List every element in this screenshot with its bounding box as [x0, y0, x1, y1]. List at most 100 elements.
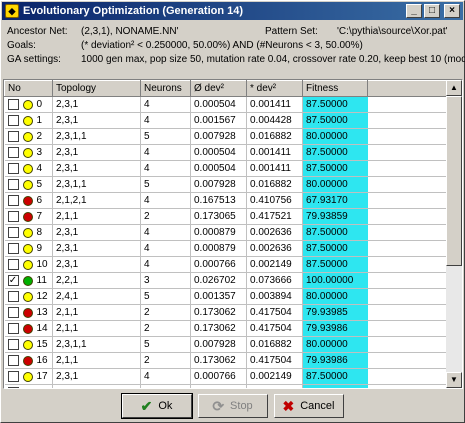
- status-indicator-icon: [22, 195, 33, 206]
- select-checkbox[interactable]: [7, 339, 19, 350]
- table-row[interactable]: 13 2,1,1 2 0.173062 0.417504 79.93985: [4, 304, 449, 321]
- table-row[interactable]: 9 2,3,1 4 0.000879 0.002636 87.50000: [4, 240, 449, 257]
- table-row[interactable]: ✓ 11 2,2,1 3 0.026702 0.073666 100.00000: [4, 272, 449, 289]
- column-header-fitness[interactable]: Fitness: [302, 80, 368, 97]
- cell-neurons: 4: [140, 240, 191, 257]
- column-header-topology[interactable]: Topology: [52, 80, 141, 97]
- cell-filler: [367, 224, 449, 241]
- select-checkbox[interactable]: [7, 323, 19, 334]
- goals-label: Goals:: [7, 40, 36, 51]
- select-checkbox[interactable]: [7, 243, 19, 254]
- cell-neurons: 2: [140, 320, 191, 337]
- select-checkbox[interactable]: [7, 211, 19, 222]
- status-indicator-icon: [22, 211, 33, 222]
- column-header-max-dev[interactable]: * dev²: [246, 80, 303, 97]
- title-bar[interactable]: ◆ Evolutionary Optimization (Generation …: [2, 2, 463, 20]
- select-checkbox[interactable]: [7, 227, 19, 238]
- cell-topology: 2,3,1: [52, 144, 141, 161]
- column-header-avg-dev[interactable]: Ø dev²: [190, 80, 247, 97]
- select-checkbox[interactable]: [7, 99, 19, 110]
- table-row[interactable]: 1 2,3,1 4 0.001567 0.004428 87.50000: [4, 112, 449, 129]
- table-row[interactable]: 8 2,3,1 4 0.000879 0.002636 87.50000: [4, 224, 449, 241]
- row-number: 10: [36, 259, 48, 270]
- scroll-thumb[interactable]: [446, 96, 462, 266]
- select-checkbox[interactable]: [7, 147, 19, 158]
- cell-max-dev: 0.016882: [246, 336, 303, 353]
- cell-neurons: 4: [140, 160, 191, 177]
- column-header-no[interactable]: No: [4, 80, 53, 97]
- select-checkbox[interactable]: [7, 371, 19, 382]
- cell-no: 14: [4, 320, 53, 337]
- select-checkbox[interactable]: [7, 179, 19, 190]
- cell-avg-dev: 0.173065: [190, 208, 247, 225]
- cell-neurons: 2: [140, 352, 191, 369]
- status-indicator-icon: [22, 131, 33, 142]
- row-number: 0: [36, 99, 43, 110]
- status-indicator-icon: [22, 179, 33, 190]
- stop-button[interactable]: ⟳ Stop: [197, 394, 268, 418]
- select-checkbox[interactable]: ✓: [7, 275, 19, 286]
- cancel-button[interactable]: ✖ Cancel: [273, 394, 344, 418]
- table-row[interactable]: 6 2,1,2,1 4 0.167513 0.410756 67.93170: [4, 192, 449, 209]
- cell-neurons: 4: [140, 368, 191, 385]
- cell-max-dev: 0.001411: [246, 144, 303, 161]
- cell-no: 0: [4, 96, 53, 113]
- cell-no: 12: [4, 288, 53, 305]
- window-title: Evolutionary Optimization (Generation 14…: [23, 5, 244, 17]
- population-grid[interactable]: No Topology Neurons Ø dev² * dev² Fitnes…: [3, 79, 463, 389]
- cell-max-dev: 0.001411: [246, 96, 303, 113]
- select-checkbox[interactable]: [7, 259, 19, 270]
- row-number: 7: [36, 211, 43, 222]
- select-checkbox[interactable]: [7, 115, 19, 126]
- table-row[interactable]: 4 2,3,1 4 0.000504 0.001411 87.50000: [4, 160, 449, 177]
- cell-avg-dev: 0.000766: [190, 256, 247, 273]
- cell-fitness: 87.50000: [302, 160, 368, 177]
- select-checkbox[interactable]: [7, 291, 19, 302]
- cell-topology: 2,1,1: [52, 352, 141, 369]
- cell-topology: 2,1,2,1: [52, 192, 141, 209]
- cell-max-dev: 0.073666: [246, 272, 303, 289]
- maximize-button[interactable]: □: [424, 4, 440, 18]
- table-row[interactable]: 3 2,3,1 4 0.000504 0.001411 87.50000: [4, 144, 449, 161]
- scroll-down-icon[interactable]: ▼: [446, 372, 462, 388]
- cell-avg-dev: 0.173062: [190, 304, 247, 321]
- select-checkbox[interactable]: [7, 307, 19, 318]
- table-row[interactable]: 16 2,1,1 2 0.173062 0.417504 79.93986: [4, 352, 449, 369]
- table-row[interactable]: 10 2,3,1 4 0.000766 0.002149 87.50000: [4, 256, 449, 273]
- cell-no: 13: [4, 304, 53, 321]
- cell-topology: 2,3,1: [52, 96, 141, 113]
- row-number: 8: [36, 227, 43, 238]
- vertical-scrollbar[interactable]: ▲ ▼: [446, 80, 462, 388]
- cell-neurons: 5: [140, 128, 191, 145]
- ok-button[interactable]: ✔ Ok: [120, 393, 193, 419]
- select-checkbox[interactable]: [7, 355, 19, 366]
- minimize-button[interactable]: _: [406, 4, 422, 18]
- cell-avg-dev: 0.000879: [190, 240, 247, 257]
- cell-fitness: 79.93986: [302, 320, 368, 337]
- table-row[interactable]: 15 2,3,1,1 5 0.007928 0.016882 80.00000: [4, 336, 449, 353]
- table-row[interactable]: 14 2,1,1 2 0.173062 0.417504 79.93986: [4, 320, 449, 337]
- select-checkbox[interactable]: [7, 131, 19, 142]
- status-indicator-icon: [22, 227, 33, 238]
- table-row[interactable]: 7 2,1,1 2 0.173065 0.417521 79.93859: [4, 208, 449, 225]
- cell-topology: 2,3,1,1: [52, 176, 141, 193]
- cell-no: 3: [4, 144, 53, 161]
- cell-fitness: 79.93859: [302, 208, 368, 225]
- column-header-neurons[interactable]: Neurons: [140, 80, 191, 97]
- scroll-up-icon[interactable]: ▲: [446, 80, 462, 96]
- cell-no: 2: [4, 128, 53, 145]
- table-row[interactable]: 17 2,3,1 4 0.000766 0.002149 87.50000: [4, 368, 449, 385]
- table-row[interactable]: 2 2,3,1,1 5 0.007928 0.016882 80.00000: [4, 128, 449, 145]
- table-row[interactable]: 12 2,4,1 5 0.001357 0.003894 80.00000: [4, 288, 449, 305]
- table-row[interactable]: 0 2,3,1 4 0.000504 0.001411 87.50000: [4, 96, 449, 113]
- cell-topology: 2,3,1: [52, 224, 141, 241]
- select-checkbox[interactable]: [7, 163, 19, 174]
- select-checkbox[interactable]: [7, 195, 19, 206]
- cell-neurons: 4: [140, 192, 191, 209]
- cell-fitness: 79.93985: [302, 304, 368, 321]
- cell-no: 10: [4, 256, 53, 273]
- table-row[interactable]: 5 2,3,1,1 5 0.007928 0.016882 80.00000: [4, 176, 449, 193]
- close-button[interactable]: ×: [444, 4, 460, 18]
- cell-no: 16: [4, 352, 53, 369]
- cell-neurons: 5: [140, 288, 191, 305]
